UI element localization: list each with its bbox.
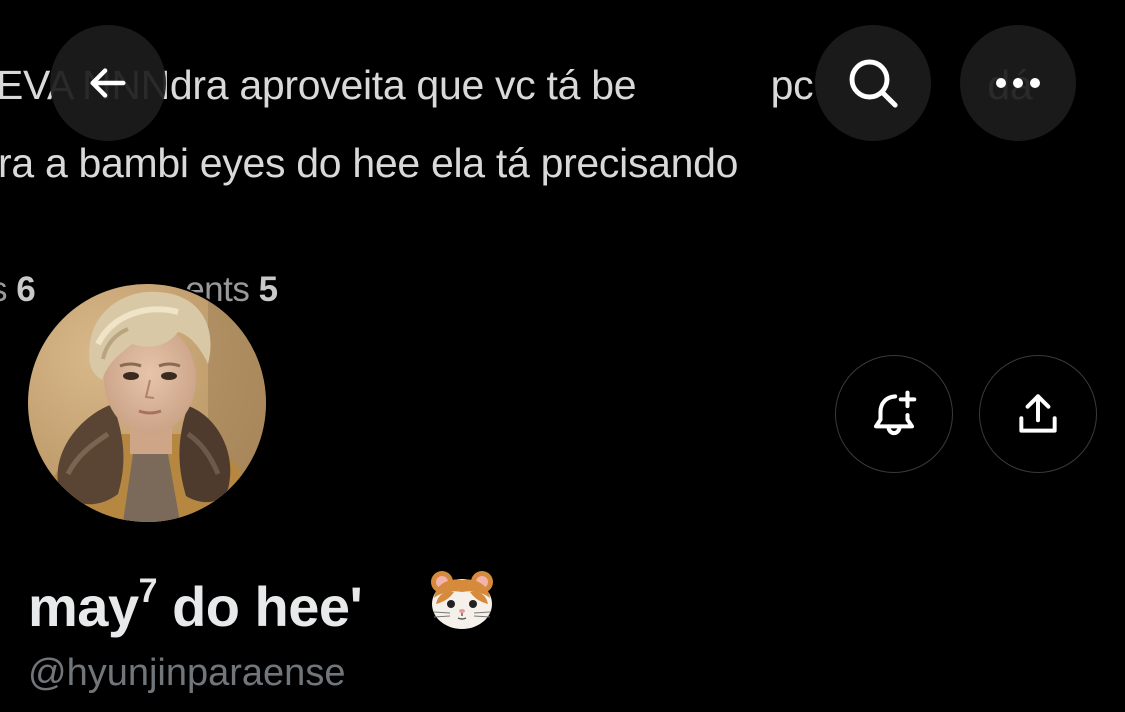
- profile-screen: EVA NNNdra aproveita que vc tá be pc dá …: [0, 0, 1125, 712]
- banner-text-line-2: ra a bambi eyes do hee ela tá precisando: [0, 140, 739, 186]
- display-name-rest: do hee': [157, 575, 363, 638]
- more-horizontal-icon: [996, 78, 1040, 88]
- notifications-button[interactable]: [835, 355, 953, 473]
- share-button[interactable]: [979, 355, 1097, 473]
- avatar-photo: [28, 284, 266, 522]
- display-name-superscript: 7: [138, 572, 158, 610]
- avatar[interactable]: [26, 282, 268, 524]
- profile-banner[interactable]: EVA NNNdra aproveita que vc tá be pc dá …: [0, 0, 1125, 330]
- username-handle: @hyunjinparaense: [28, 652, 346, 694]
- banner-stat-1-value: 6: [16, 270, 36, 309]
- share-upload-icon: [1019, 394, 1057, 433]
- bell-plus-icon: [873, 390, 917, 436]
- search-button[interactable]: [815, 25, 931, 141]
- arrow-left-icon: [90, 68, 126, 98]
- more-options-button[interactable]: [960, 25, 1076, 141]
- back-button[interactable]: [50, 25, 166, 141]
- display-name-main: may: [28, 575, 139, 638]
- banner-stat-1-label: s: [0, 270, 8, 309]
- hamster-face-emoji: [431, 571, 493, 629]
- banner-stat-2-value: 5: [258, 270, 278, 309]
- search-icon: [849, 59, 898, 108]
- display-name: may7 do hee': [28, 572, 363, 639]
